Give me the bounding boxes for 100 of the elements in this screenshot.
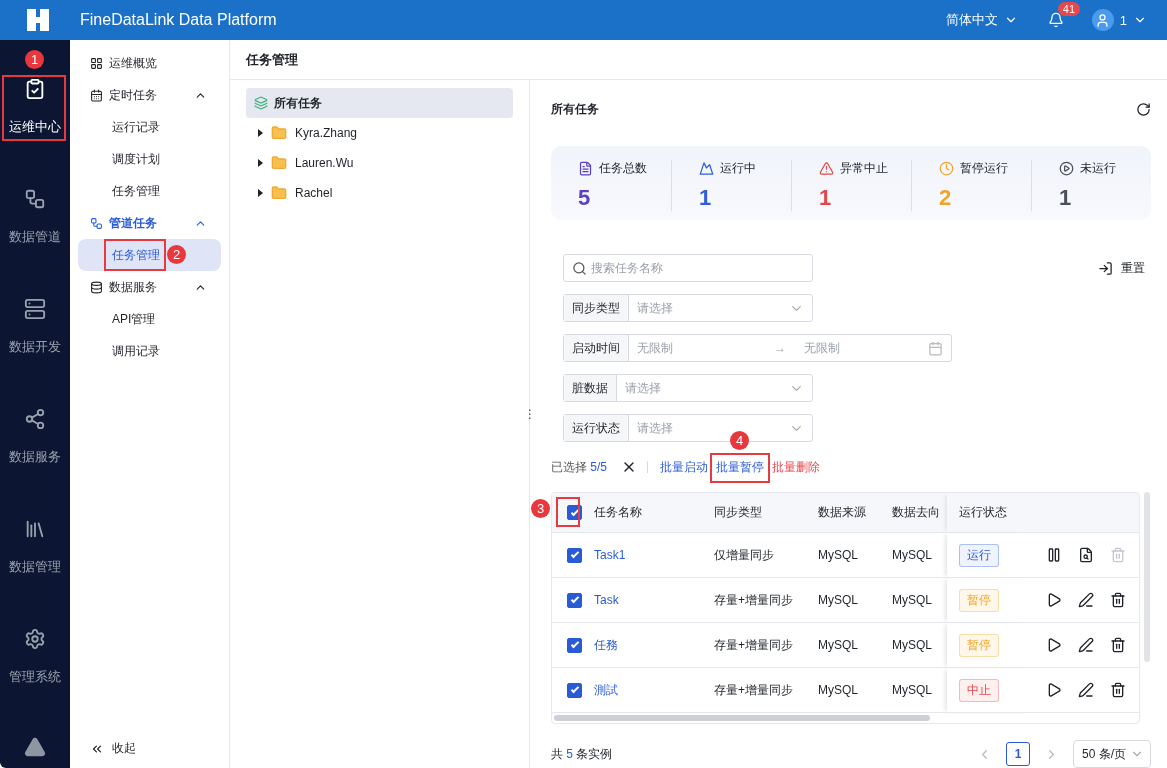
stat-label: 异常中止 — [819, 160, 911, 177]
file-search-icon[interactable] — [1078, 547, 1094, 563]
sidebar-item[interactable]: 数据服务 — [78, 271, 221, 303]
batch-action-link[interactable]: 批量暂停 — [712, 458, 769, 476]
table-cell: MySQL — [818, 548, 858, 562]
pause-icon[interactable] — [1046, 547, 1062, 563]
scrollbar[interactable] — [554, 715, 930, 721]
batch-action-link[interactable]: 批量删除 — [768, 458, 825, 476]
selection-count: 已选择 5/5 — [551, 458, 608, 476]
play-icon[interactable] — [1046, 592, 1062, 608]
total-count: 共 5 条实例 — [551, 745, 613, 763]
sidebar-item[interactable]: 管道任务 — [78, 207, 221, 239]
rail-item[interactable]: 运维中心 — [0, 73, 70, 183]
play-icon[interactable] — [1046, 682, 1062, 698]
edit-icon[interactable] — [1078, 637, 1094, 653]
task-name-link[interactable]: Task1 — [594, 548, 626, 562]
database-icon — [90, 280, 103, 294]
table-cell: 存量+增量同步 — [714, 636, 793, 654]
notification-button[interactable] — [1047, 12, 1064, 28]
column-header: 任务名称 — [582, 493, 702, 533]
app-title: FineDataLink Data Platform — [80, 11, 277, 29]
row-checkbox[interactable] — [567, 592, 582, 608]
server-icon — [24, 298, 46, 320]
table-cell: MySQL — [892, 683, 932, 697]
stat-label: 暂停运行 — [939, 160, 1031, 177]
language-selector[interactable]: 简体中文 — [945, 11, 1018, 29]
delete-icon[interactable] — [1110, 592, 1126, 608]
rail-item[interactable]: 数据开发 — [0, 293, 70, 403]
table-cell: MySQL — [892, 593, 932, 607]
stat-label: 任务总数 — [578, 160, 671, 177]
row-checkbox[interactable] — [567, 547, 582, 563]
play-icon[interactable] — [1046, 637, 1062, 653]
document-icon — [578, 161, 593, 176]
status-tag: 暂停 — [959, 633, 999, 657]
tree-folder[interactable]: Rachel — [246, 178, 513, 208]
callout-number: 3 — [531, 499, 550, 518]
stat-value: 2 — [939, 185, 953, 211]
table-cell: MySQL — [892, 638, 932, 652]
row-checkbox[interactable] — [567, 682, 582, 698]
sidebar-item[interactable]: 定时任务 — [78, 79, 221, 111]
sidebar-subitem[interactable]: 调度计划 — [78, 143, 221, 175]
reset-icon — [1098, 260, 1113, 276]
row-checkbox[interactable] — [567, 637, 582, 653]
edit-icon[interactable] — [1078, 682, 1094, 698]
share-nodes-icon — [24, 408, 46, 430]
column-header: 同步类型 — [702, 493, 806, 533]
scrollbar[interactable] — [1144, 492, 1150, 662]
sidebar-subitem[interactable]: 运行记录 — [78, 111, 221, 143]
reset-button[interactable]: 重置 — [1092, 258, 1151, 278]
refresh-icon[interactable] — [1136, 101, 1151, 117]
rail-item[interactable]: 数据服务 — [0, 403, 70, 513]
sidebar-item[interactable]: 运维概览 — [78, 47, 221, 79]
rail-item[interactable]: 管理系统 — [0, 623, 70, 733]
column-header: 数据去向 — [880, 493, 947, 533]
folder-icon — [271, 155, 287, 171]
tree-root[interactable]: 所有任务 — [246, 88, 513, 118]
sidebar-subitem[interactable]: 任务管理 — [78, 175, 221, 207]
stat-value: 5 — [578, 185, 592, 211]
page-title: 任务管理 — [230, 40, 1167, 80]
table-cell: MySQL — [892, 548, 932, 562]
page-button[interactable]: 1 — [1006, 742, 1030, 766]
task-name-link[interactable]: 測試 — [594, 681, 618, 699]
highlight-frame — [556, 497, 580, 527]
folder-icon — [271, 185, 287, 201]
mountain-icon — [699, 161, 714, 176]
user-menu[interactable]: 1 — [1091, 9, 1147, 31]
tree-folder[interactable]: Kyra.Zhang — [246, 118, 513, 148]
delete-icon[interactable] — [1110, 682, 1126, 698]
resize-handle[interactable]: ⋮ — [524, 407, 536, 421]
workflow-icon — [90, 216, 103, 230]
batch-action-link[interactable]: 批量启动 — [656, 458, 713, 476]
date-range-field[interactable]: 启动时间 无限制 → 无限制 — [563, 334, 952, 362]
highlight-frame — [104, 239, 166, 271]
tree-folder[interactable]: Lauren.Wu — [246, 148, 513, 178]
collapse-button[interactable]: 收起 — [78, 739, 221, 758]
column-header: 运行状态 — [947, 493, 1030, 533]
task-name-link[interactable]: 任務 — [594, 636, 618, 654]
sidebar-subitem[interactable]: API管理 — [78, 303, 221, 335]
status-tag: 运行 — [959, 543, 999, 567]
highlight-frame — [2, 75, 66, 141]
books-icon — [24, 518, 46, 540]
workflow-icon — [24, 188, 46, 210]
folder-icon — [271, 125, 287, 141]
edit-icon[interactable] — [1078, 592, 1094, 608]
rail-item[interactable]: 数据管道 — [0, 183, 70, 293]
triangle-logo-icon — [24, 736, 46, 758]
status-tag: 中止 — [959, 678, 999, 702]
select-field[interactable]: 脏数据 请选择 — [563, 374, 813, 402]
status-tag: 暂停 — [959, 588, 999, 612]
rail-item[interactable]: 数据管理 — [0, 513, 70, 623]
bell-icon — [1047, 12, 1064, 28]
callout-number: 1 — [25, 50, 44, 69]
logo-icon — [24, 6, 52, 34]
calendar-icon — [90, 88, 103, 102]
select-field[interactable]: 同步类型 请选择 — [563, 294, 813, 322]
column-header: 数据来源 — [806, 493, 880, 533]
sidebar-subitem[interactable]: 调用记录 — [78, 335, 221, 367]
task-name-link[interactable]: Task — [594, 593, 619, 607]
delete-icon[interactable] — [1110, 637, 1126, 653]
page-size-select[interactable]: 50 条/页 — [1073, 740, 1151, 768]
